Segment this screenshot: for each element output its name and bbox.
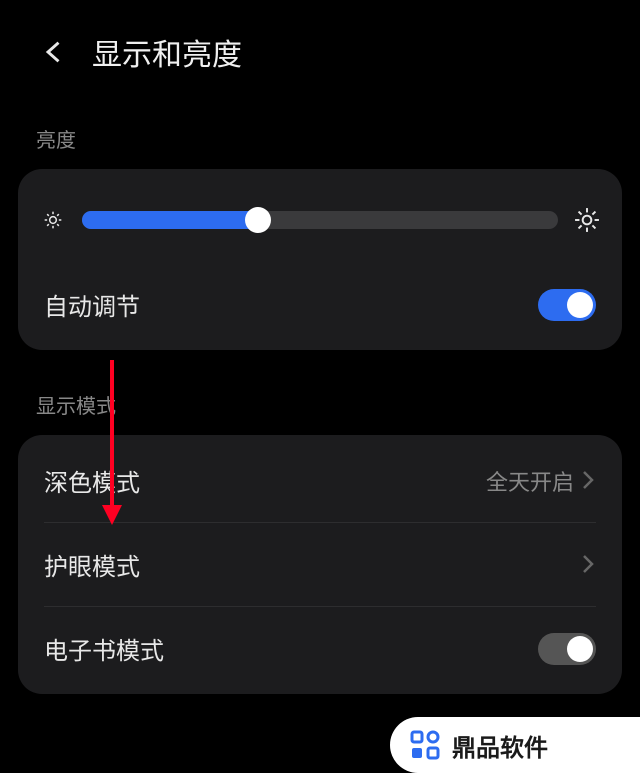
ebook-mode-row: 电子书模式 <box>18 607 622 690</box>
ebook-mode-label: 电子书模式 <box>44 631 164 666</box>
watermark-text: 鼎品软件 <box>452 728 548 763</box>
auto-brightness-toggle[interactable] <box>538 289 596 321</box>
auto-brightness-label: 自动调节 <box>44 287 140 322</box>
brightness-card: 自动调节 <box>18 169 622 350</box>
watermark: 鼎品软件 <box>390 717 640 773</box>
dark-mode-label: 深色模式 <box>44 463 140 498</box>
brightness-slider-row <box>18 173 622 263</box>
brightness-slider[interactable] <box>82 211 558 229</box>
eye-comfort-label: 护眼模式 <box>44 547 140 582</box>
back-button[interactable] <box>40 37 70 67</box>
brightness-section-label: 亮度 <box>0 84 640 169</box>
display-mode-section-label: 显示模式 <box>0 350 640 435</box>
display-mode-card: 深色模式 全天开启 护眼模式 电子书模式 <box>18 435 622 694</box>
brightness-low-icon <box>40 207 66 233</box>
eye-comfort-row[interactable]: 护眼模式 <box>18 523 622 606</box>
dark-mode-value: 全天开启 <box>486 465 574 497</box>
dark-mode-row[interactable]: 深色模式 全天开启 <box>18 439 622 522</box>
watermark-logo-icon <box>408 728 442 762</box>
page-title: 显示和亮度 <box>92 30 242 74</box>
brightness-high-icon <box>574 207 600 233</box>
ebook-mode-toggle[interactable] <box>538 633 596 665</box>
chevron-right-icon <box>582 470 596 492</box>
auto-brightness-row: 自动调节 <box>18 263 622 346</box>
chevron-right-icon <box>582 554 596 576</box>
